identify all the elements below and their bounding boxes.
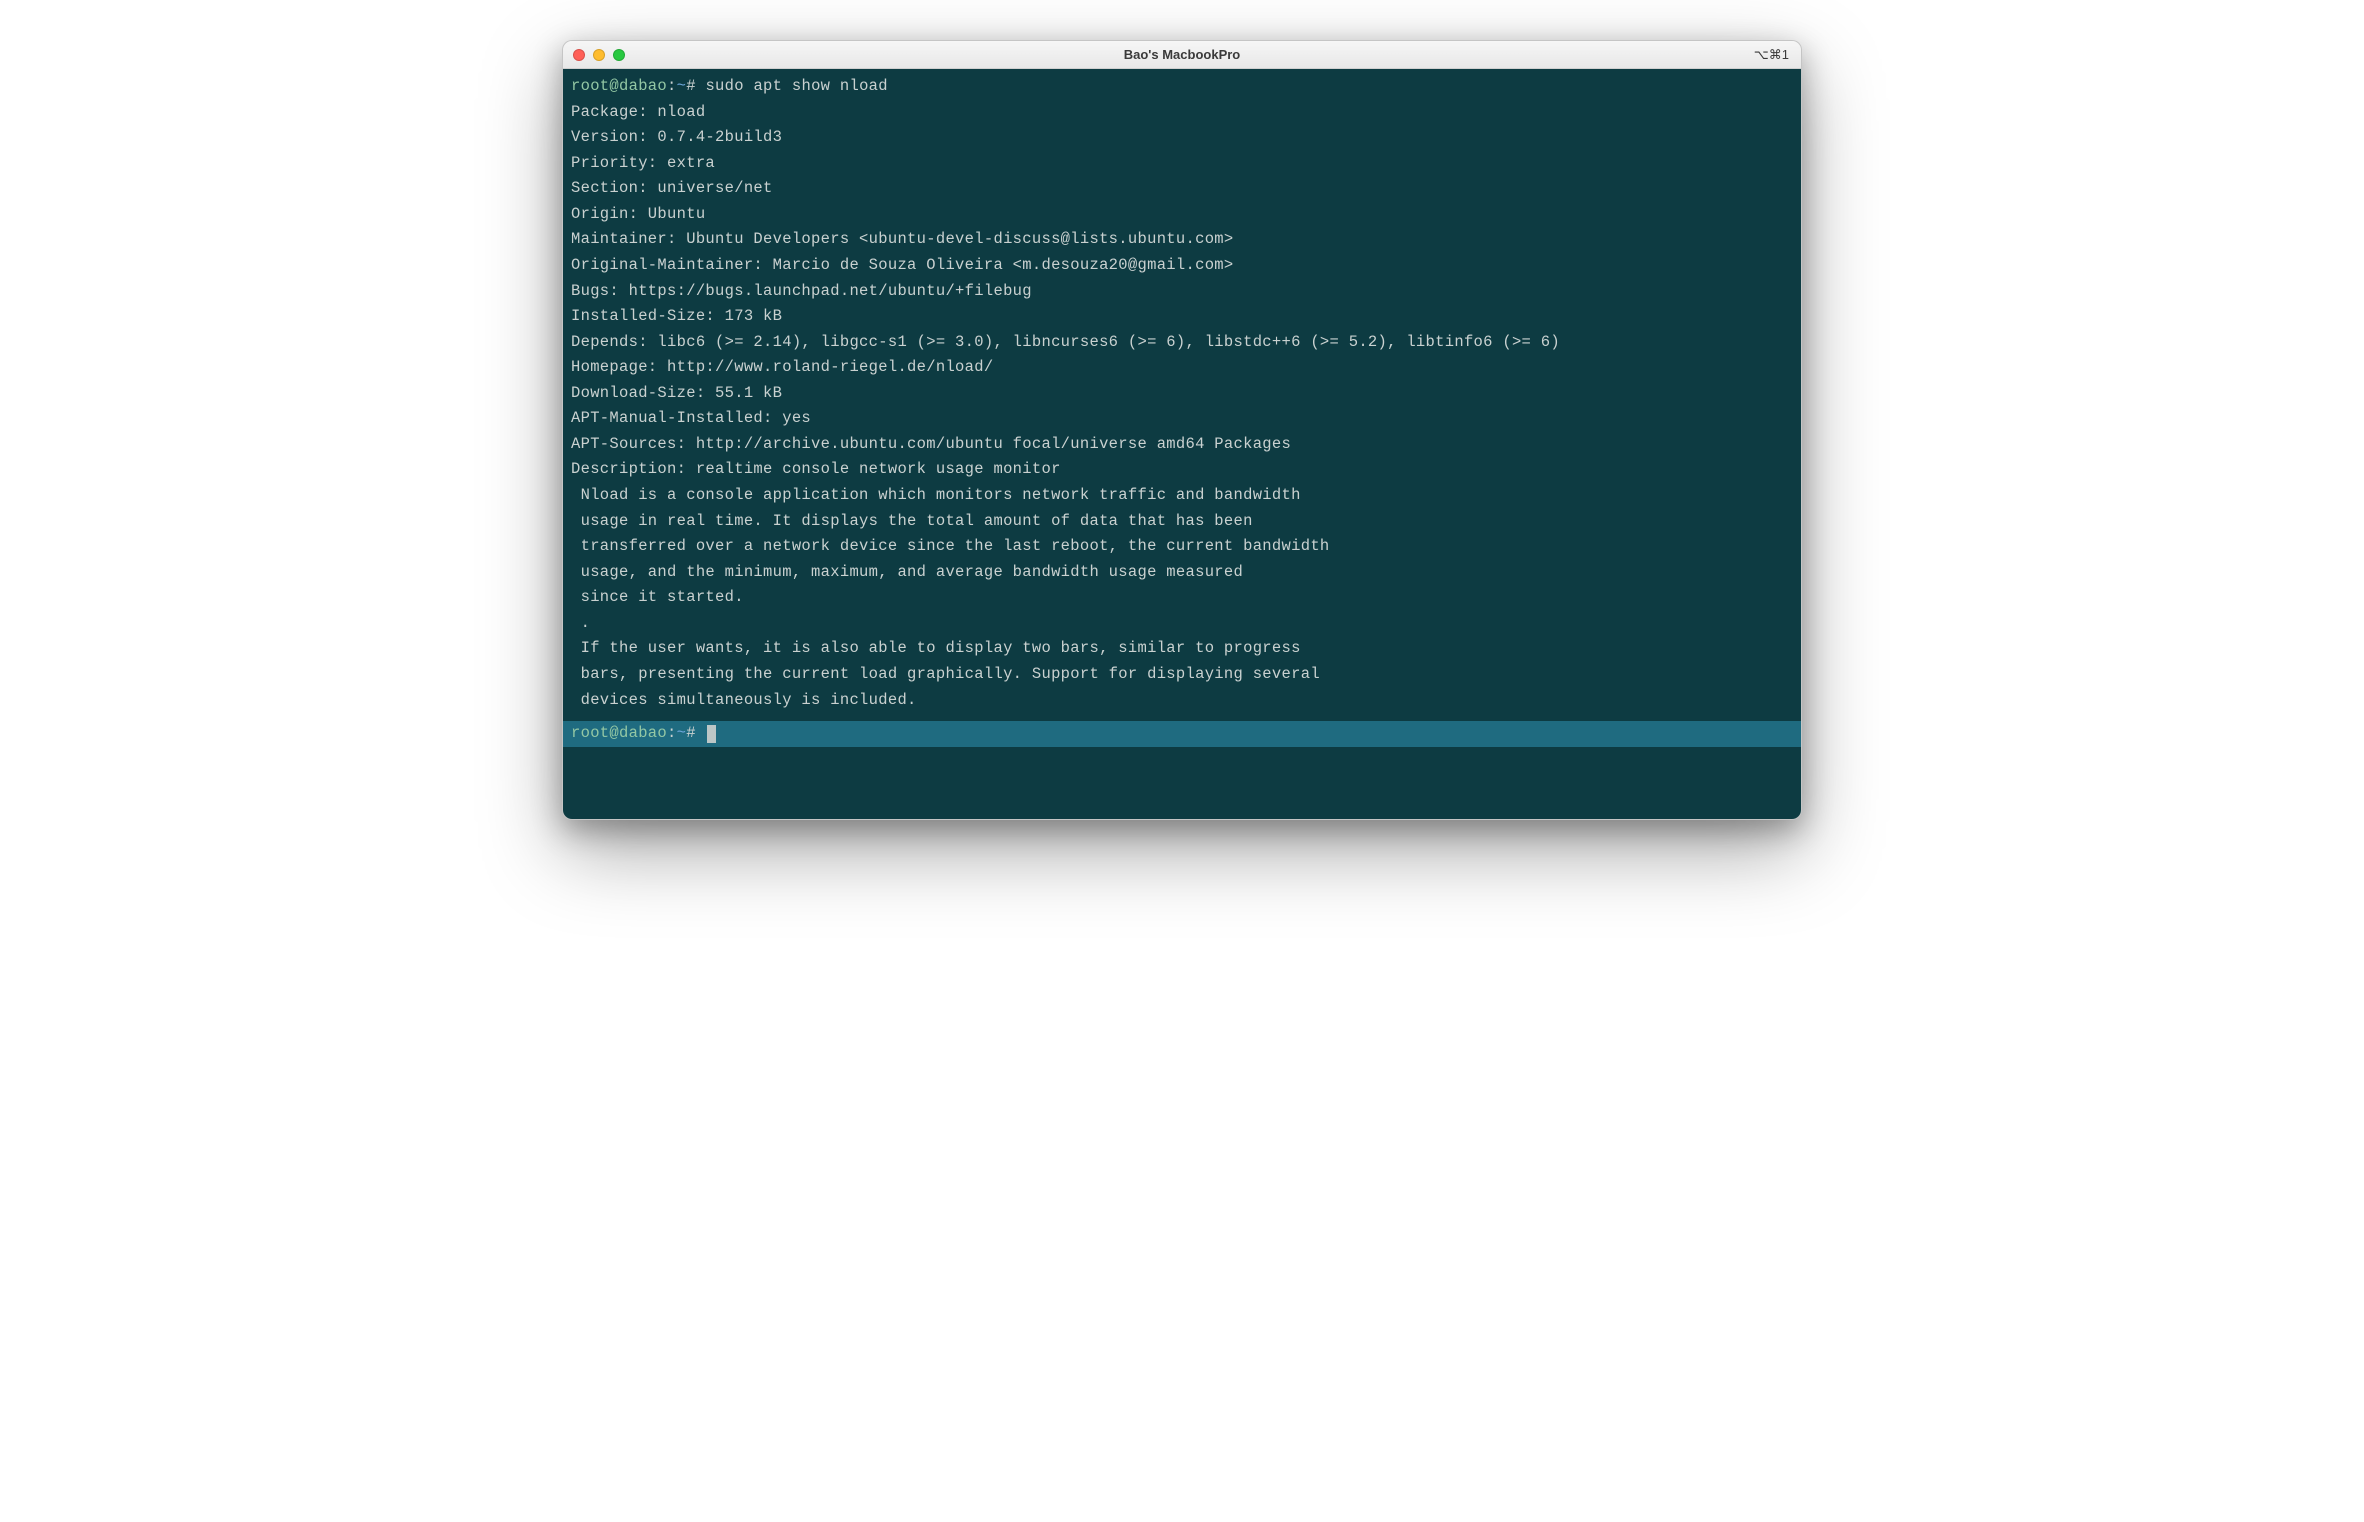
prompt-symbol-active: # xyxy=(686,721,696,747)
maximize-window-button[interactable] xyxy=(613,49,625,61)
window-shortcut: ⌥⌘1 xyxy=(1754,47,1789,63)
prompt-sep: : xyxy=(667,77,677,95)
typed-command: sudo apt show nload xyxy=(705,77,887,95)
terminal-body[interactable]: root@dabao:~# sudo apt show nload Packag… xyxy=(563,69,1801,819)
prompt-path-active: ~ xyxy=(677,721,687,747)
titlebar[interactable]: Bao's MacbookPro ⌥⌘1 xyxy=(563,41,1801,69)
minimize-window-button[interactable] xyxy=(593,49,605,61)
prompt-symbol: # xyxy=(686,77,696,95)
prompt-userhost-active: root@dabao xyxy=(571,721,667,747)
active-prompt-line[interactable]: root@dabao:~# xyxy=(563,721,1801,747)
prompt-userhost: root@dabao xyxy=(571,77,667,95)
prompt-path: ~ xyxy=(677,77,687,95)
traffic-lights xyxy=(573,49,625,61)
close-window-button[interactable] xyxy=(573,49,585,61)
terminal-content[interactable]: root@dabao:~# sudo apt show nload Packag… xyxy=(563,69,1801,721)
cursor xyxy=(707,725,716,743)
command-output: Package: nload Version: 0.7.4-2build3 Pr… xyxy=(571,103,1560,709)
window-title: Bao's MacbookPro xyxy=(573,47,1791,62)
terminal-window: Bao's MacbookPro ⌥⌘1 root@dabao:~# sudo … xyxy=(562,40,1802,820)
prompt-sep-active: : xyxy=(667,721,677,747)
